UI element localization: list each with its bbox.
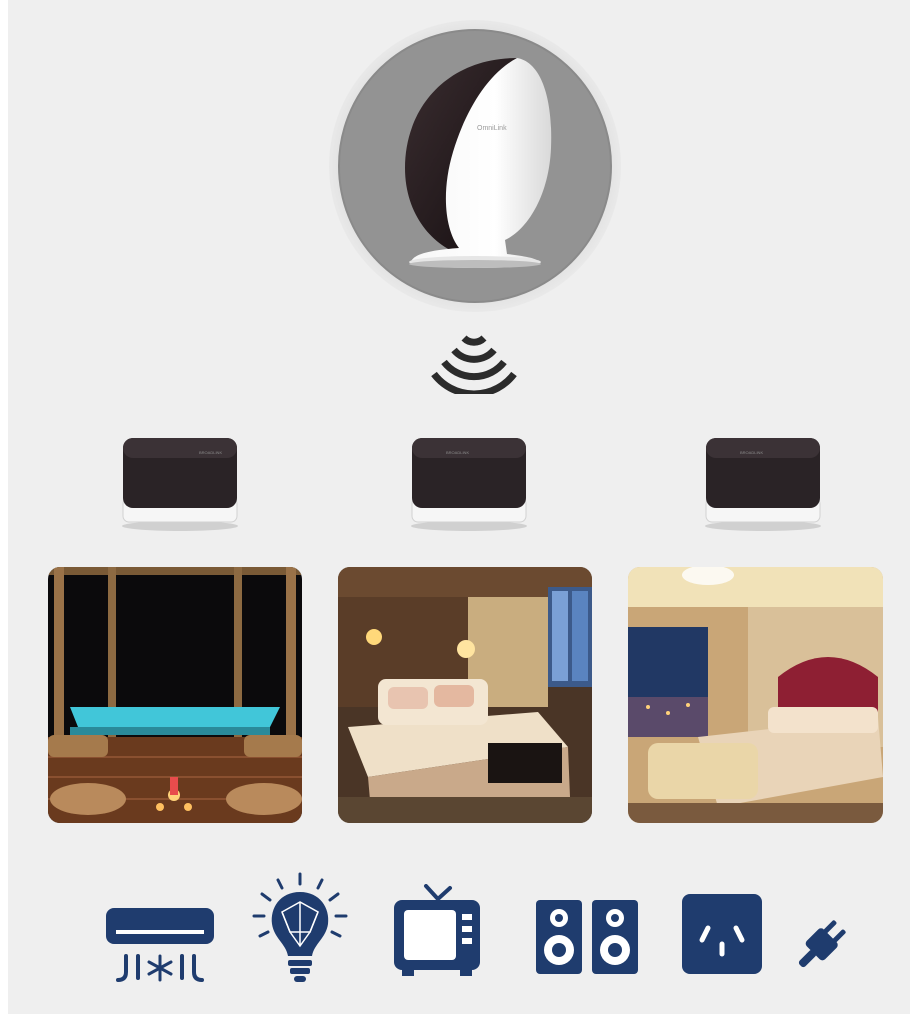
wifi-signal-icon [431,335,517,398]
speakers [534,898,640,976]
television-icon [394,884,480,976]
power-socket [680,892,764,976]
smart-hub-icon: OmniLink [329,20,621,312]
plug [790,914,852,976]
ir-blaster-icon: BROADLINK [122,438,238,531]
room-image-pool-terrace [48,567,302,823]
ir-blaster-right: BROADLINK [698,432,828,532]
blaster-label: BROADLINK [740,450,763,455]
wifi-signal [428,330,520,398]
smart-hub: OmniLink [327,18,623,314]
ir-blaster-icon: BROADLINK [411,438,527,531]
television [392,884,482,976]
speakers-icon [536,900,638,974]
air-conditioner [104,906,216,988]
room-image-luxury-bedroom [628,567,883,823]
ir-blaster-icon: BROADLINK [705,438,821,531]
air-conditioner-icon [106,908,214,982]
blaster-label: BROADLINK [446,450,469,455]
hub-brand-label: OmniLink [477,125,507,132]
ir-blaster-center: BROADLINK [404,432,534,532]
smart-bulb [252,872,348,986]
room-image-hotel-bedroom [338,567,592,823]
smart-bulb-icon [252,872,348,982]
power-socket-icon [682,894,762,974]
blaster-label: BROADLINK [199,450,222,455]
plug-icon [798,920,846,968]
ir-blaster-left: BROADLINK [115,432,245,532]
diagram-canvas: OmniLink BROADLINK BROADLINK BROADLINK [8,0,910,1014]
